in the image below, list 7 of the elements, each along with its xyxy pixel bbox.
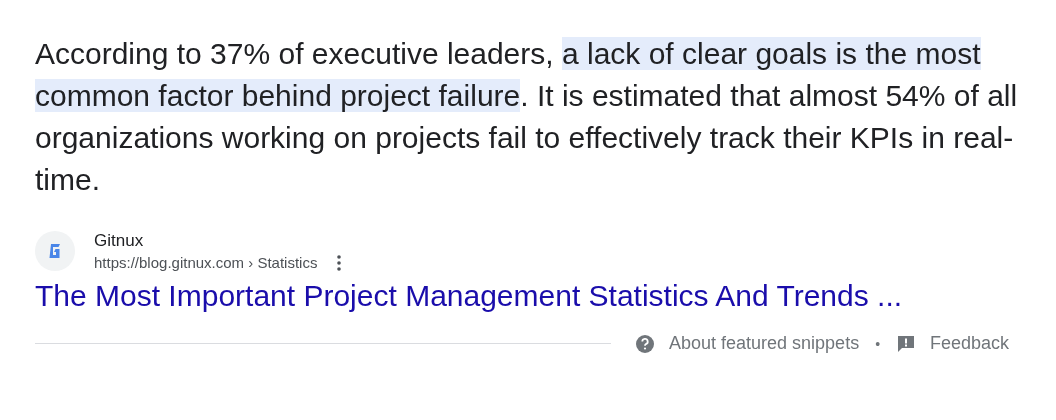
feedback-link[interactable]: Feedback — [930, 333, 1010, 354]
separator-dot: • — [875, 335, 881, 352]
snippet-paragraph: According to 37% of executive leaders, a lack of clear goals is the most common factor behind project failure. It is estimated that almost 54% of all organizations working on projects fail to effectively track their KPIs in real-time. — [35, 36, 1019, 198]
result-title-link[interactable]: The Most Important Project Management Statistics And Trends ... — [35, 279, 903, 313]
site-url: https://blog.gitnux.com › Statistics — [94, 254, 318, 271]
about-featured-snippets-link[interactable]: About featured snippets — [669, 333, 860, 354]
site-name: Gitnux — [94, 231, 145, 251]
